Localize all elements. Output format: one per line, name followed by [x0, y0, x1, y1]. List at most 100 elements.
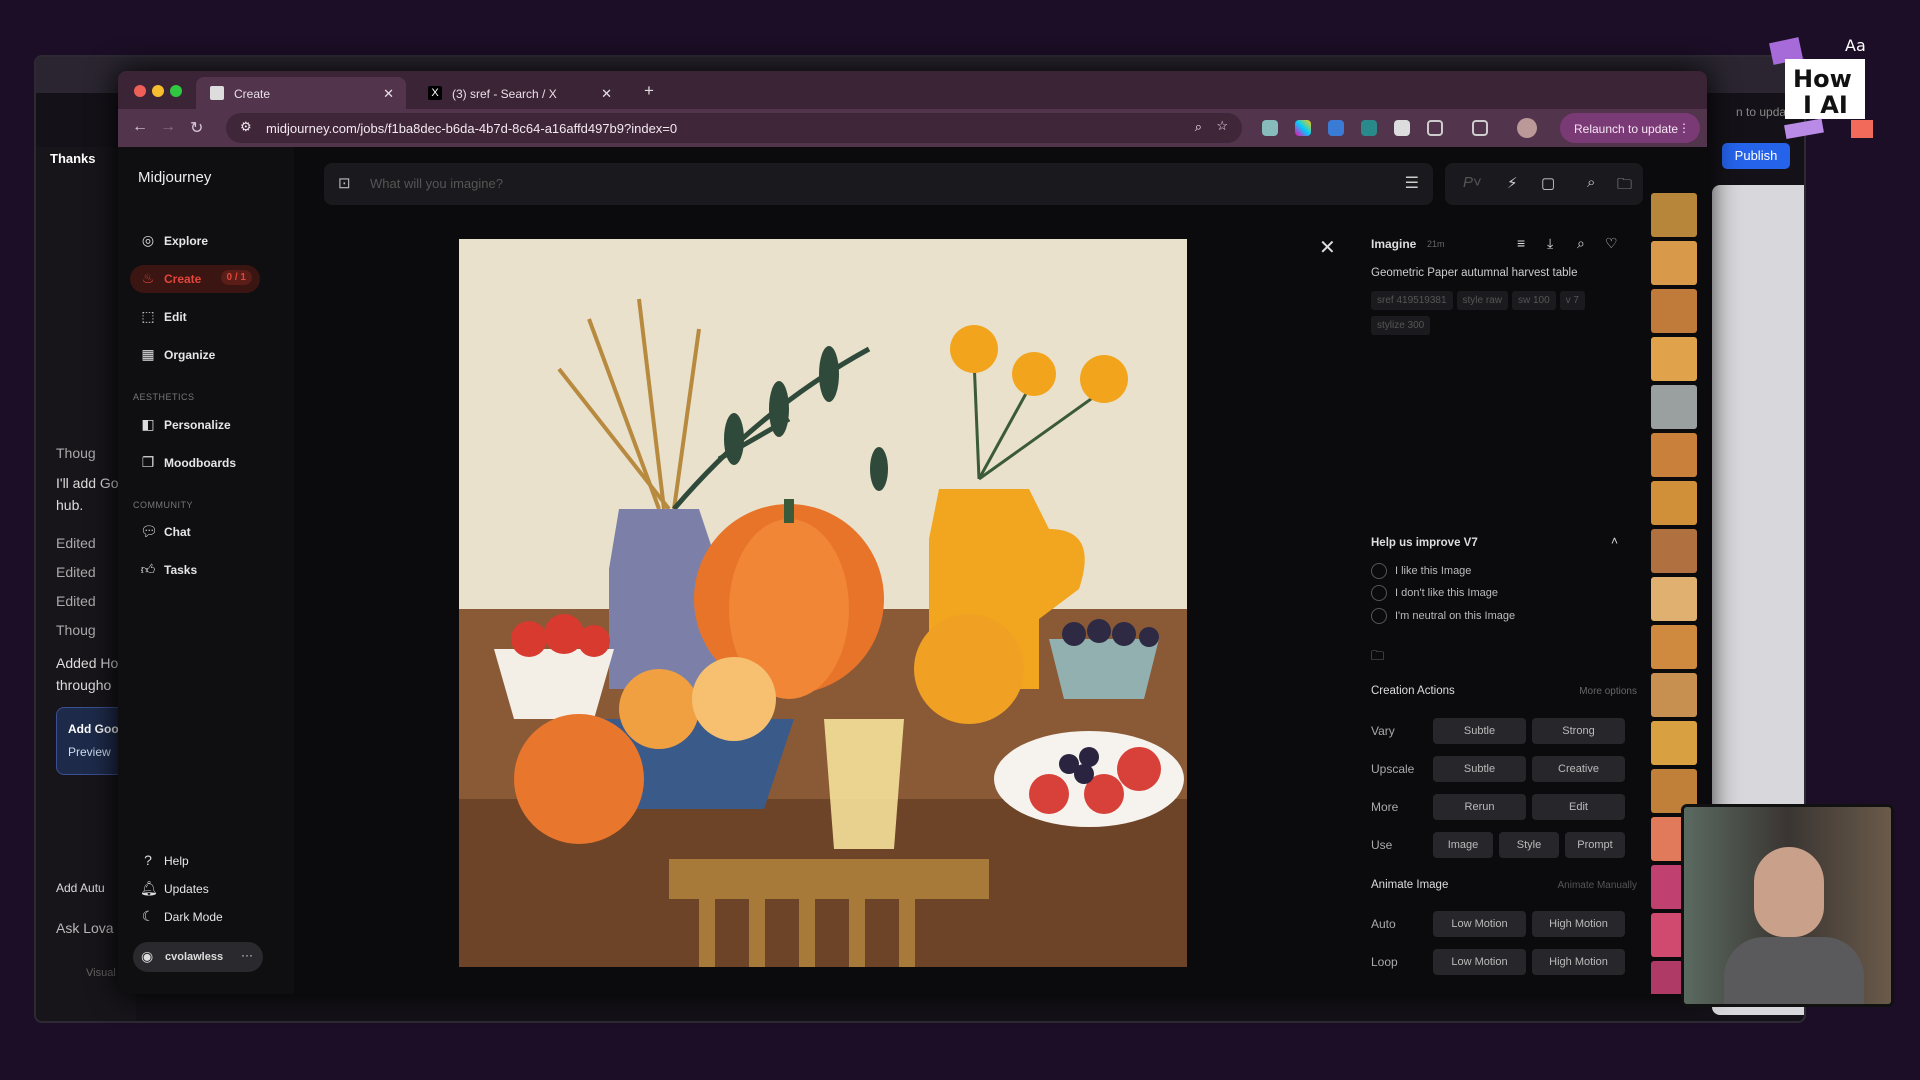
- close-window-button[interactable]: [134, 85, 146, 97]
- thumbnail[interactable]: [1651, 241, 1697, 285]
- upscale-creative-button[interactable]: Creative: [1532, 756, 1625, 782]
- ask-input[interactable]: Ask Lova: [56, 920, 114, 936]
- chat-line[interactable]: Edited: [56, 593, 96, 609]
- close-tab-icon[interactable]: ✕: [383, 86, 394, 102]
- use-style-button[interactable]: Style: [1499, 832, 1559, 858]
- sidebar-item-help[interactable]: ? Help: [130, 847, 260, 875]
- edit-button[interactable]: Edit: [1532, 794, 1625, 820]
- sidebar-item-dark-mode[interactable]: ☾ Dark Mode: [130, 903, 260, 931]
- thumbnail[interactable]: [1651, 625, 1697, 669]
- vary-strong-button[interactable]: Strong: [1532, 718, 1625, 744]
- tab-create[interactable]: Create ✕: [196, 77, 406, 109]
- site-settings-icon[interactable]: ⚙: [240, 119, 252, 135]
- react-extension-icon[interactable]: [1361, 120, 1377, 136]
- thumbnail[interactable]: [1651, 577, 1697, 621]
- reload-icon[interactable]: ↻: [190, 118, 203, 138]
- param-chip[interactable]: stylize 300: [1371, 316, 1431, 335]
- upscale-subtle-button[interactable]: Subtle: [1433, 756, 1526, 782]
- new-tab-button[interactable]: +: [644, 81, 654, 101]
- heart-icon[interactable]: ♡: [1605, 235, 1618, 252]
- download-icon[interactable]: ⤓: [1547, 235, 1553, 252]
- speed-bolt-icon[interactable]: ⚡︎: [1507, 174, 1518, 192]
- thumbnail[interactable]: [1651, 289, 1697, 333]
- address-bar[interactable]: ⚙ midjourney.com/jobs/f1ba8dec-b6da-4b7d…: [226, 113, 1242, 143]
- sidebar-item-create[interactable]: ♨ Create 0 / 1: [130, 265, 260, 293]
- minimize-window-button[interactable]: [152, 85, 164, 97]
- thumbnail[interactable]: [1651, 721, 1697, 765]
- feedback-radio-dislike[interactable]: I don't like this Image: [1371, 585, 1498, 601]
- param-chip[interactable]: style raw: [1456, 291, 1508, 310]
- extension-icon[interactable]: [1295, 120, 1311, 136]
- relaunch-button[interactable]: Relaunch to update ⋮: [1560, 113, 1700, 143]
- folder-icon[interactable]: 🗀: [1617, 174, 1632, 199]
- tab-search-icon[interactable]: [1472, 120, 1488, 136]
- extension-icon[interactable]: [1262, 120, 1278, 136]
- settings-sliders-icon[interactable]: ☰: [1405, 173, 1419, 193]
- sidebar-item-tasks[interactable]: 👍︎ Tasks: [130, 556, 260, 584]
- thumbnail[interactable]: [1651, 385, 1697, 429]
- sidebar-item-edit[interactable]: ⬚ Edit: [130, 303, 260, 331]
- search-similar-icon[interactable]: ⌕: [1577, 235, 1585, 252]
- auto-high-motion-button[interactable]: High Motion: [1532, 911, 1625, 937]
- animate-manually-link[interactable]: Animate Manually: [1558, 880, 1637, 891]
- suggestion-chip[interactable]: Add Autu: [56, 881, 105, 895]
- thumbnail[interactable]: [1651, 673, 1697, 717]
- loop-low-motion-button[interactable]: Low Motion: [1433, 949, 1526, 975]
- search-icon[interactable]: ⌕: [1587, 174, 1595, 191]
- loop-high-motion-button[interactable]: High Motion: [1532, 949, 1625, 975]
- username: cvolawless: [165, 951, 224, 963]
- back-icon[interactable]: ←: [132, 118, 148, 136]
- bookmark-star-icon[interactable]: ☆: [1216, 118, 1228, 134]
- user-menu[interactable]: ◉ cvolawless ···: [133, 942, 263, 972]
- maximize-window-button[interactable]: [170, 85, 182, 97]
- project-title[interactable]: Thanks: [50, 151, 96, 166]
- chat-line[interactable]: Edited: [56, 564, 96, 580]
- sidebar-item-moodboards[interactable]: ❐ Moodboards: [130, 449, 260, 477]
- profile-avatar[interactable]: [1517, 118, 1537, 138]
- prompt-input[interactable]: ⊡ What will you imagine? ☰: [324, 163, 1433, 205]
- tab-x-search[interactable]: X (3) sref - Search / X ✕: [414, 77, 624, 109]
- generated-image[interactable]: [459, 239, 1187, 967]
- sidebar-item-updates[interactable]: 🔔︎ Updates: [130, 875, 260, 903]
- brand-logo[interactable]: Midjourney: [138, 169, 211, 186]
- close-icon[interactable]: ✕: [1319, 235, 1336, 260]
- param-chip[interactable]: v 7: [1559, 291, 1585, 310]
- feedback-radio-like[interactable]: I like this Image: [1371, 563, 1471, 579]
- feedback-radio-neutral[interactable]: I'm neutral on this Image: [1371, 608, 1515, 624]
- list-menu-icon[interactable]: ≡: [1517, 235, 1525, 251]
- chat-line[interactable]: Edited: [56, 535, 96, 551]
- thumbs-up-icon: 👍︎: [140, 561, 156, 577]
- thumbnail[interactable]: [1651, 337, 1697, 381]
- image-prompt-icon[interactable]: ⊡: [338, 174, 351, 192]
- sidebar-item-personalize[interactable]: ◧ Personalize: [130, 411, 260, 439]
- more-options-icon[interactable]: ···: [241, 948, 253, 962]
- card-preview-link[interactable]: Preview: [68, 745, 111, 759]
- param-chip[interactable]: sw 100: [1511, 291, 1556, 310]
- thumbnail[interactable]: [1651, 193, 1697, 237]
- zoom-icon[interactable]: ⌕: [1195, 119, 1202, 135]
- sidebar-item-explore[interactable]: ◎ Explore: [130, 227, 260, 255]
- folder-icon[interactable]: 🗀: [1371, 647, 1384, 669]
- personalize-toggle-icon[interactable]: P˅: [1463, 174, 1482, 191]
- thumbnail[interactable]: [1651, 481, 1697, 525]
- menu-kebab-icon[interactable]: ⋮: [1678, 121, 1690, 135]
- forward-icon[interactable]: →: [160, 118, 176, 136]
- extension-icon[interactable]: [1328, 120, 1344, 136]
- auto-low-motion-button[interactable]: Low Motion: [1433, 911, 1526, 937]
- sidebar-item-chat[interactable]: 💬︎ Chat: [130, 518, 260, 546]
- use-image-button[interactable]: Image: [1433, 832, 1493, 858]
- more-options-link[interactable]: More options: [1579, 686, 1637, 697]
- rerun-button[interactable]: Rerun: [1433, 794, 1526, 820]
- prompt-text[interactable]: Geometric Paper autumnal harvest table: [1371, 267, 1577, 279]
- use-prompt-button[interactable]: Prompt: [1565, 832, 1625, 858]
- vary-subtle-button[interactable]: Subtle: [1433, 718, 1526, 744]
- thumbnail[interactable]: [1651, 433, 1697, 477]
- chat-mode-icon[interactable]: ▢: [1541, 174, 1555, 192]
- extension-icon[interactable]: [1394, 120, 1410, 136]
- close-tab-icon[interactable]: ✕: [601, 86, 612, 102]
- chevron-up-icon[interactable]: ˄: [1611, 534, 1618, 548]
- thumbnail[interactable]: [1651, 529, 1697, 573]
- extensions-puzzle-icon[interactable]: [1427, 120, 1443, 136]
- sidebar-item-organize[interactable]: ▦ Organize: [130, 341, 260, 369]
- param-chip[interactable]: sref 419519381: [1371, 291, 1453, 310]
